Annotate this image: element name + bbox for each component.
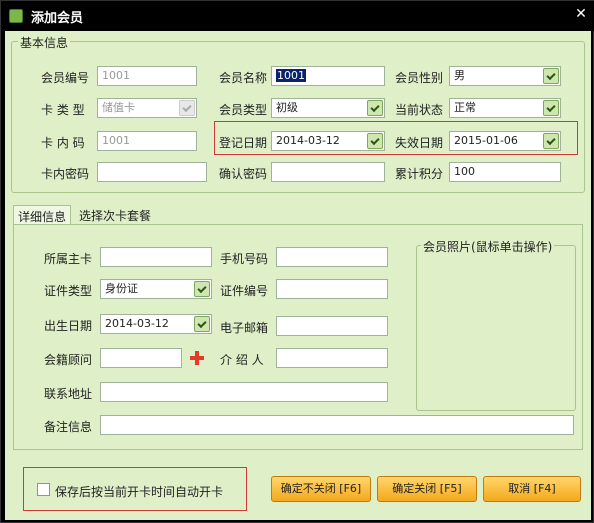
close-button[interactable]: ✕ [573,6,589,22]
phone-label: 手机号码 [220,252,269,266]
tab-choose-card[interactable]: 选择次卡套餐 [75,205,155,225]
title-bar: 添加会员 ✕ [1,1,594,31]
photo-legend: 会员照片(鼠标单击操作) [421,238,555,255]
status-value: 正常 [454,101,476,114]
card-type-select[interactable]: 储值卡 [97,98,197,118]
member-no-label: 会员编号 [41,71,90,85]
member-type-label: 会员类型 [219,103,268,117]
card-pwd-field[interactable] [97,162,207,182]
chevron-down-icon[interactable] [194,316,210,332]
remark-label: 备注信息 [44,420,93,434]
reg-date-picker[interactable]: 2014-03-12 [271,131,385,151]
card-code-label: 卡 内 码 [41,136,85,150]
status-select[interactable]: 正常 [449,98,561,118]
app-icon [9,9,23,23]
id-type-select[interactable]: 身份证 [100,279,212,299]
chevron-down-icon[interactable] [543,100,559,116]
expire-date-label: 失效日期 [395,136,444,150]
remark-field[interactable] [100,415,574,435]
reg-date-label: 登记日期 [219,136,268,150]
card-code-field[interactable]: 1001 [97,131,197,151]
tab-detail[interactable]: 详细信息 [13,205,72,225]
id-no-field[interactable] [276,279,388,299]
birth-value: 2014-03-12 [105,317,169,330]
chevron-down-icon [179,100,195,116]
card-type-value: 储值卡 [102,101,135,114]
address-label: 联系地址 [44,387,93,401]
chevron-down-icon[interactable] [367,100,383,116]
add-advisor-icon[interactable] [190,351,204,365]
auto-open-label: 保存后按当前开卡时间自动开卡 [55,485,224,499]
birth-label: 出生日期 [44,319,93,333]
add-member-dialog: 添加会员 ✕ 基本信息 会员编号 1001 会员名称 1001 会员性别 男 卡… [0,0,594,523]
address-field[interactable] [100,382,388,402]
member-name-label: 会员名称 [219,71,268,85]
points-field[interactable]: 100 [449,162,561,182]
member-name-field[interactable]: 1001 [271,66,385,86]
confirm-pwd-label: 确认密码 [219,167,268,181]
chevron-down-icon[interactable] [543,133,559,149]
card-pwd-label: 卡内密码 [41,167,90,181]
gender-value: 男 [454,69,465,82]
basic-info-legend: 基本信息 [18,34,71,51]
id-type-value: 身份证 [105,282,138,295]
main-card-field[interactable] [100,247,212,267]
chevron-down-icon[interactable] [194,281,210,297]
expire-date-picker[interactable]: 2015-01-06 [449,131,561,151]
id-no-label: 证件编号 [220,284,269,298]
main-card-label: 所属主卡 [44,252,93,266]
ok-stay-button[interactable]: 确定不关闭 [F6] [271,476,371,502]
email-label: 电子邮箱 [220,321,269,335]
expire-date-value: 2015-01-06 [454,134,518,147]
gender-label: 会员性别 [395,71,444,85]
chevron-down-icon[interactable] [543,68,559,84]
points-label: 累计积分 [395,167,444,181]
email-field[interactable] [276,316,388,336]
ok-close-button[interactable]: 确定关闭 [F5] [377,476,477,502]
id-type-label: 证件类型 [44,284,93,298]
advisor-field[interactable] [100,348,182,368]
member-no-field[interactable]: 1001 [97,66,197,86]
detail-panel: 所属主卡 手机号码 证件类型 身份证 证件编号 出生日期 2014-03-12 … [13,224,583,450]
referrer-label: 介 绍 人 [220,353,264,367]
member-type-value: 初级 [276,101,298,114]
auto-open-checkbox[interactable] [37,483,50,496]
card-type-label: 卡 类 型 [41,103,85,117]
dialog-body: 基本信息 会员编号 1001 会员名称 1001 会员性别 男 卡 类 型 储值… [5,31,591,520]
advisor-label: 会籍顾问 [44,353,93,367]
member-type-select[interactable]: 初级 [271,98,385,118]
referrer-field[interactable] [276,348,388,368]
status-label: 当前状态 [395,103,444,117]
confirm-pwd-field[interactable] [271,162,385,182]
reg-date-value: 2014-03-12 [276,134,340,147]
chevron-down-icon[interactable] [367,133,383,149]
member-photo-area[interactable]: 会员照片(鼠标单击操作) [416,238,576,411]
window-title: 添加会员 [31,11,84,26]
cancel-button[interactable]: 取消 [F4] [483,476,581,502]
gender-select[interactable]: 男 [449,66,561,86]
phone-field[interactable] [276,247,388,267]
birth-date-picker[interactable]: 2014-03-12 [100,314,212,334]
